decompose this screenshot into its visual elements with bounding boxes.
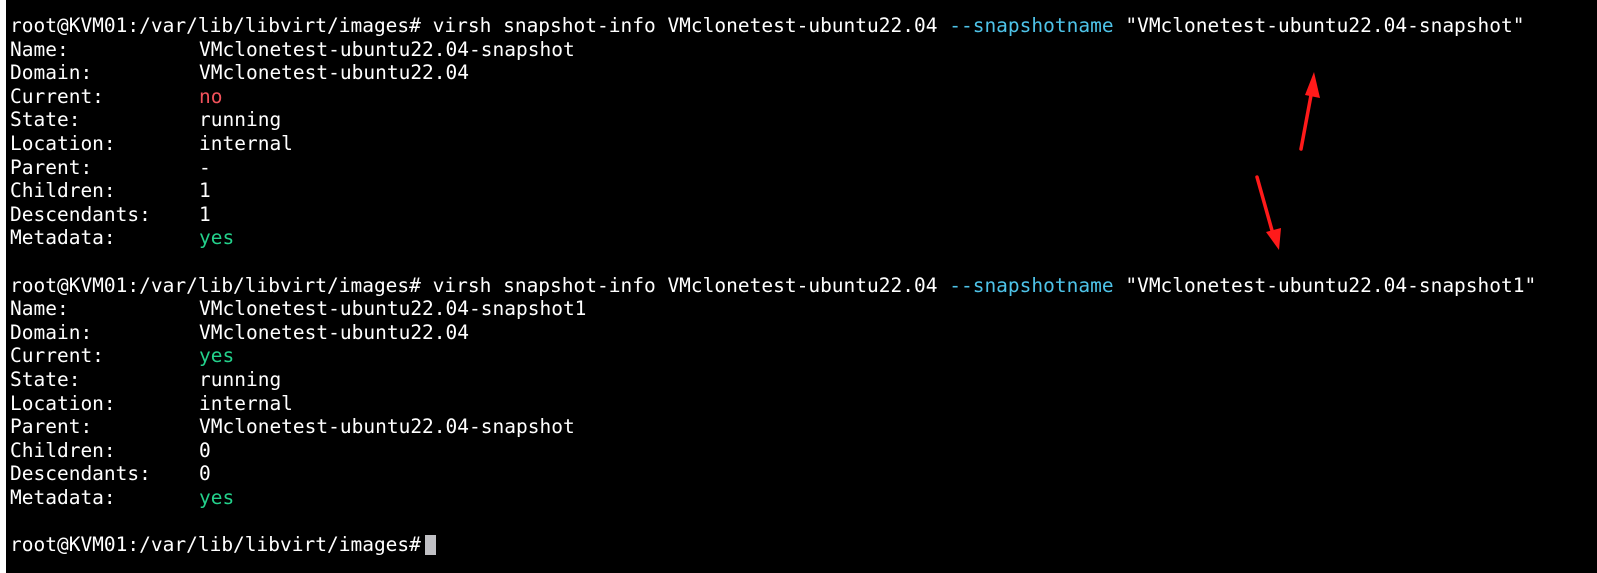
- info-row-location: Location: internal: [10, 392, 1536, 416]
- field-label: Current:: [10, 84, 104, 108]
- command-text: virsh snapshot-info VMclonetest-ubuntu22…: [420, 14, 950, 37]
- field-label: Metadata:: [10, 226, 116, 250]
- field-value: 1: [199, 202, 211, 226]
- field-label: Location:: [10, 131, 116, 155]
- field-label: Name:: [10, 297, 69, 321]
- field-value: VMclonetest-ubuntu22.04-snapshot: [199, 37, 575, 61]
- field-value: VMclonetest-ubuntu22.04: [199, 320, 470, 344]
- info-row-metadata: Metadata: yes: [10, 226, 1536, 250]
- command-argument: "VMclonetest-ubuntu22.04-snapshot1": [1113, 273, 1537, 297]
- field-value: running: [199, 108, 282, 132]
- info-row-children: Children: 0: [10, 439, 1536, 463]
- field-label: Domain:: [10, 320, 93, 344]
- info-row-parent: Parent: -: [10, 156, 1536, 180]
- field-value: yes: [199, 485, 235, 509]
- field-label: Descendants:: [10, 462, 151, 486]
- command-option: --snapshotname: [949, 273, 1114, 297]
- field-value: running: [199, 367, 282, 391]
- field-label: Metadata:: [10, 485, 116, 509]
- text-cursor: [424, 535, 436, 556]
- info-row-domain: Domain: VMclonetest-ubuntu22.04: [10, 61, 1536, 85]
- info-row-domain: Domain: VMclonetest-ubuntu22.04: [10, 321, 1536, 345]
- command-line: root@KVM01:/var/lib/libvirt/images# virs…: [10, 14, 1536, 38]
- info-row-name: Name: VMclonetest-ubuntu22.04-snapshot: [10, 38, 1536, 62]
- field-label: Children:: [10, 179, 116, 203]
- command-text: virsh snapshot-info VMclonetest-ubuntu22…: [420, 273, 950, 297]
- command-argument: "VMclonetest-ubuntu22.04-snapshot": [1113, 14, 1525, 37]
- info-row-descendants: Descendants: 0: [10, 462, 1536, 486]
- field-value: no: [199, 84, 223, 108]
- field-value: 0: [199, 462, 211, 486]
- field-label: Domain:: [10, 61, 93, 85]
- info-row-state: State: running: [10, 108, 1536, 132]
- command-option: --snapshotname: [949, 14, 1114, 37]
- field-label: Parent:: [10, 415, 93, 439]
- field-label: Parent:: [10, 155, 93, 179]
- field-label: Descendants:: [10, 202, 151, 226]
- info-row-descendants: Descendants: 1: [10, 203, 1536, 227]
- field-value: internal: [199, 131, 293, 155]
- shell-prompt: root@KVM01:/var/lib/libvirt/images#: [10, 533, 421, 557]
- field-label: State:: [10, 108, 81, 132]
- field-label: State:: [10, 367, 81, 391]
- terminal-window[interactable]: root@KVM01:/var/lib/libvirt/images# virs…: [6, 0, 1597, 573]
- field-value: 0: [199, 438, 211, 462]
- field-label: Current:: [10, 344, 104, 368]
- info-row-children: Children: 1: [10, 179, 1536, 203]
- shell-prompt: root@KVM01:/var/lib/libvirt/images#: [10, 14, 421, 37]
- command-line: root@KVM01:/var/lib/libvirt/images# virs…: [10, 274, 1536, 298]
- field-value: yes: [199, 344, 235, 368]
- info-row-metadata: Metadata: yes: [10, 486, 1536, 510]
- info-row-location: Location: internal: [10, 132, 1536, 156]
- field-value: VMclonetest-ubuntu22.04-snapshot1: [199, 297, 587, 321]
- info-row-state: State: running: [10, 368, 1536, 392]
- info-row-current: Current: yes: [10, 344, 1536, 368]
- info-row-current: Current: no: [10, 85, 1536, 109]
- field-label: Children:: [10, 438, 116, 462]
- field-value: 1: [199, 179, 211, 203]
- info-row-parent: Parent: VMclonetest-ubuntu22.04-snapshot: [10, 415, 1536, 439]
- shell-prompt: root@KVM01:/var/lib/libvirt/images#: [10, 273, 421, 297]
- command-line-current[interactable]: root@KVM01:/var/lib/libvirt/images#: [10, 533, 1536, 557]
- field-value: VMclonetest-ubuntu22.04: [199, 61, 470, 85]
- field-value: -: [199, 155, 211, 179]
- field-value: internal: [199, 391, 293, 415]
- field-label: Location:: [10, 391, 116, 415]
- field-value: yes: [199, 226, 235, 250]
- field-value: VMclonetest-ubuntu22.04-snapshot: [199, 415, 575, 439]
- terminal-output: root@KVM01:/var/lib/libvirt/images# virs…: [10, 14, 1536, 557]
- info-row-name: Name: VMclonetest-ubuntu22.04-snapshot1: [10, 297, 1536, 321]
- field-label: Name:: [10, 37, 69, 61]
